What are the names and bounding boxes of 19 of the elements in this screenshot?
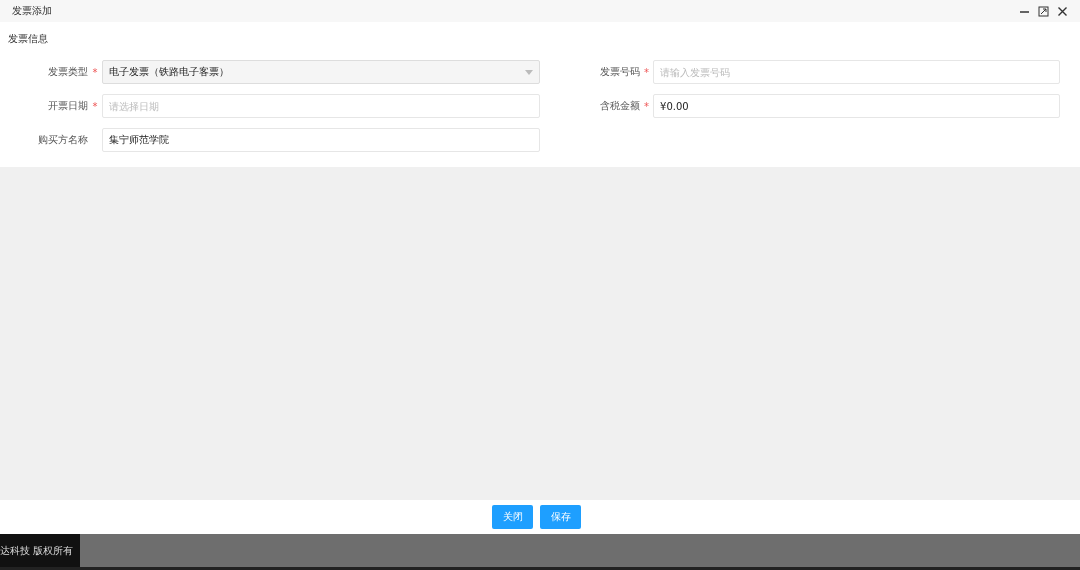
- field-label: 开票日期: [47, 99, 88, 113]
- window-title: 发票添加: [12, 4, 52, 18]
- required-mark: *: [91, 66, 99, 78]
- maximize-icon[interactable]: [1038, 5, 1049, 17]
- input-field[interactable]: ¥0.00: [653, 94, 1060, 118]
- input-field[interactable]: 集宁师范学院: [102, 128, 540, 152]
- section-title: 发票信息: [7, 32, 49, 46]
- required-mark: *: [643, 66, 651, 78]
- field-label: 含税金额: [599, 99, 641, 113]
- field-label: 发票类型: [47, 65, 88, 79]
- copyright-text: 达科技 版权所有: [0, 534, 80, 567]
- required-mark: *: [91, 100, 99, 112]
- field-label: 购买方名称: [37, 133, 88, 147]
- select-field[interactable]: 电子发票（铁路电子客票）: [102, 60, 540, 84]
- field-label: 发票号码: [599, 65, 641, 79]
- input-field[interactable]: 请输入发票号码: [653, 60, 1060, 84]
- dropdown-caret-icon: [525, 69, 533, 75]
- close-icon[interactable]: [1057, 5, 1068, 17]
- required-mark: *: [643, 100, 651, 112]
